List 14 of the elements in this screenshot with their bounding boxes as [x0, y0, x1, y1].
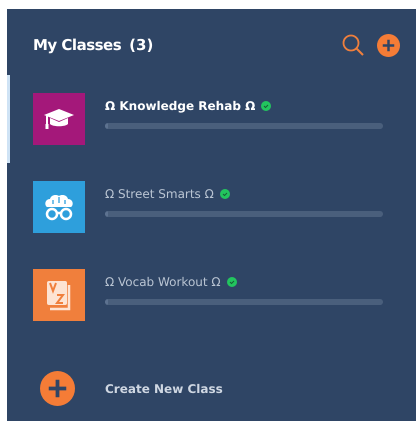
- class-item[interactable]: Ω Street Smarts Ω: [7, 163, 416, 251]
- dictionary-icon: [45, 279, 73, 311]
- graduation-cap-icon: [43, 107, 75, 131]
- class-name: Ω Street Smarts Ω: [105, 187, 214, 201]
- add-class-icon[interactable]: [377, 34, 400, 56]
- create-class-button[interactable]: Create New Class: [40, 371, 416, 406]
- plus-icon[interactable]: [40, 371, 75, 406]
- class-item[interactable]: Ω Knowledge Rehab Ω: [7, 75, 416, 163]
- search-icon[interactable]: [341, 33, 365, 57]
- class-name: Ω Vocab Workout Ω: [105, 275, 221, 289]
- class-count: (3): [129, 36, 154, 54]
- class-item[interactable]: Ω Vocab Workout Ω: [7, 251, 416, 339]
- class-name: Ω Knowledge Rehab Ω: [105, 99, 256, 113]
- panel-title: My Classes: [33, 36, 122, 54]
